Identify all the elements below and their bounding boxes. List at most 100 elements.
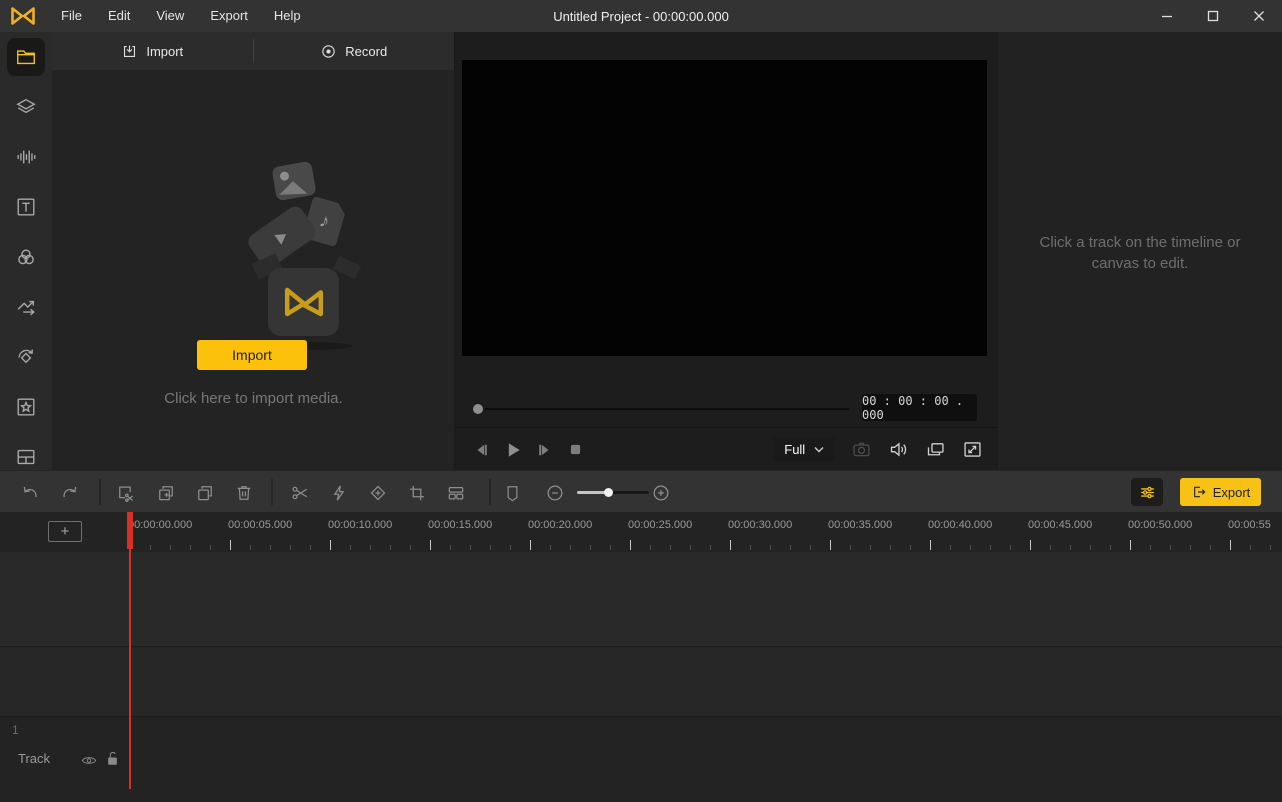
next-frame-button[interactable] [533, 439, 555, 461]
playback-controls: Full [455, 429, 997, 470]
split-clip-button[interactable] [289, 482, 311, 504]
ruler-tick [470, 545, 471, 550]
app-window: File Edit View Export Help Untitled Proj… [0, 0, 1282, 802]
ruler-label: 00:00:25.000 [628, 519, 692, 531]
ruler-tick [810, 545, 811, 550]
timeline-row-2[interactable] [0, 648, 1282, 717]
resolution-dropdown[interactable]: Full [773, 437, 835, 462]
duplicate-button[interactable] [155, 482, 177, 504]
copy-button[interactable] [194, 482, 216, 504]
star-box-icon [15, 396, 37, 418]
ruler-label: 00:00:55 [1228, 519, 1271, 531]
close-button[interactable] [1236, 0, 1282, 32]
timeline-ruler[interactable]: 00:00:00.00000:00:05.00000:00:10.00000:0… [0, 512, 1282, 551]
video-canvas[interactable] [462, 60, 987, 356]
crop-button[interactable] [406, 482, 428, 504]
fullscreen-button[interactable] [962, 439, 983, 460]
undo-button[interactable] [19, 482, 41, 504]
add-track-button[interactable]: + [48, 521, 82, 542]
menu-help[interactable]: Help [263, 0, 312, 32]
ruler-tick [950, 545, 951, 550]
tab-record-label: Record [345, 44, 387, 59]
ruler-tick [370, 545, 371, 550]
ruler-tick [750, 545, 751, 550]
menu-export[interactable]: Export [199, 0, 259, 32]
scrubber-handle[interactable] [473, 404, 483, 414]
import-button[interactable]: Import [197, 340, 307, 370]
ruler-tick [330, 540, 331, 550]
dual-screen-button[interactable] [925, 439, 946, 460]
maximize-button[interactable] [1190, 0, 1236, 32]
ruler-tick [710, 545, 711, 550]
playhead-handle[interactable] [127, 512, 133, 549]
delete-button[interactable] [233, 482, 255, 504]
menu-edit[interactable]: Edit [97, 0, 141, 32]
ruler-label: 00:00:00.000 [128, 519, 192, 531]
tab-record[interactable]: Record [254, 32, 455, 70]
sidebar-item-transitions[interactable] [7, 288, 45, 326]
resolution-value: Full [784, 442, 805, 457]
menu-view[interactable]: View [145, 0, 195, 32]
ruler-tick [990, 545, 991, 550]
folder-icon [15, 46, 37, 68]
sidebar-item-animations[interactable] [7, 338, 45, 376]
timeline-zoom-slider[interactable] [577, 491, 649, 494]
speed-button[interactable] [328, 482, 350, 504]
import-illustration: ♪ [52, 70, 455, 370]
track-visibility-toggle[interactable] [81, 754, 97, 767]
ruler-tick [270, 545, 271, 550]
scrubber-row: 00 : 00 : 00 . 000 [455, 390, 997, 428]
snapshot-button[interactable] [851, 439, 872, 460]
ruler-tick [590, 545, 591, 550]
timeline-row-1[interactable] [0, 552, 1282, 647]
export-button-label: Export [1213, 485, 1251, 500]
mute-button[interactable] [888, 439, 909, 460]
ruler-tick [1030, 540, 1031, 550]
play-button[interactable] [502, 439, 524, 461]
sidebar-item-audio[interactable] [7, 138, 45, 176]
import-box-logo [268, 268, 339, 336]
ruler-tick [730, 540, 731, 550]
track-header[interactable]: 1 Track [0, 718, 1282, 788]
tab-import-label: Import [146, 44, 183, 59]
ruler-tick [490, 545, 491, 550]
zoom-out-button[interactable] [544, 482, 566, 504]
redo-button[interactable] [59, 482, 81, 504]
ruler-tick [930, 540, 931, 550]
ruler-label: 00:00:05.000 [228, 519, 292, 531]
layers-icon [15, 96, 37, 118]
project-settings-button[interactable] [1131, 478, 1163, 506]
track-lock-toggle[interactable] [106, 751, 119, 767]
export-button[interactable]: Export [1180, 478, 1261, 506]
tab-import[interactable]: Import [52, 32, 253, 70]
split-screen-button[interactable] [445, 482, 467, 504]
previous-frame-button[interactable] [471, 439, 493, 461]
zoom-in-button[interactable] [650, 482, 672, 504]
ruler-tick [150, 545, 151, 550]
zoom-slider-knob[interactable] [604, 488, 613, 497]
scrubber-track[interactable] [485, 408, 849, 410]
ruler-tick [1150, 545, 1151, 550]
sidebar-item-elements[interactable] [7, 88, 45, 126]
marker-button[interactable] [501, 482, 523, 504]
ruler-tick [1170, 545, 1171, 550]
chevron-down-icon [814, 446, 824, 453]
menu-file[interactable]: File [50, 0, 93, 32]
ruler-tick [1250, 545, 1251, 550]
toolbar-separator [99, 479, 101, 505]
ruler-tick [650, 545, 651, 550]
sidebar-item-media[interactable] [7, 38, 45, 76]
ruler-tick [870, 545, 871, 550]
cut-selection-button[interactable] [115, 482, 137, 504]
sidebar-item-text[interactable] [7, 188, 45, 226]
minimize-button[interactable] [1144, 0, 1190, 32]
ruler-label: 00:00:35.000 [828, 519, 892, 531]
ruler-tick [1070, 545, 1071, 550]
ruler-tick [190, 545, 191, 550]
stop-button[interactable] [564, 439, 586, 461]
sidebar-item-filters[interactable] [7, 238, 45, 276]
filters-icon [15, 246, 37, 268]
text-icon [15, 196, 37, 218]
sidebar-item-effects[interactable] [7, 388, 45, 426]
keyframe-button[interactable] [367, 482, 389, 504]
